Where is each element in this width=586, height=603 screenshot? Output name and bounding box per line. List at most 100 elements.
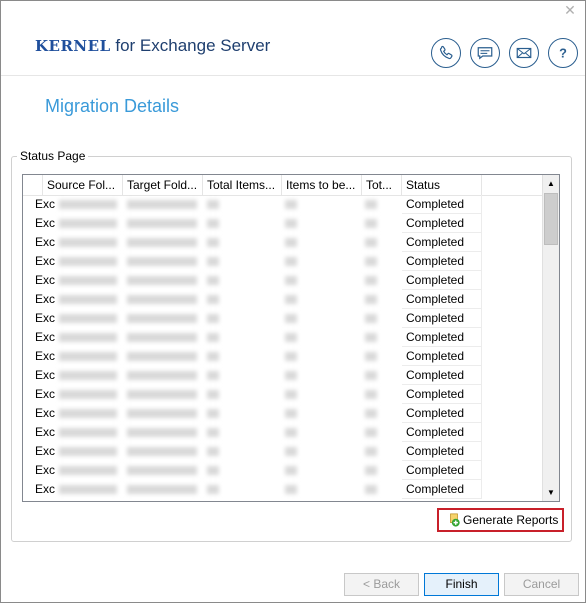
scroll-down-icon[interactable]: ▼: [543, 484, 559, 501]
source-folder-cell: Exc: [35, 254, 56, 268]
redacted-cell: [127, 333, 197, 342]
back-button[interactable]: < Back: [344, 573, 419, 596]
status-grid[interactable]: Source Fol... Target Fold... Total Items…: [22, 174, 560, 502]
redacted-cell: [365, 371, 377, 380]
table-row[interactable]: Exc Completed: [23, 347, 543, 366]
redacted-cell: [207, 200, 219, 209]
table-row[interactable]: Exc Completed: [23, 480, 543, 499]
redacted-cell: [285, 219, 297, 228]
help-button[interactable]: ?: [548, 38, 578, 68]
redacted-cell: [365, 447, 377, 456]
table-row[interactable]: Exc Completed: [23, 271, 543, 290]
chat-icon: [477, 47, 493, 60]
redacted-cell: [127, 276, 197, 285]
redacted-cell: [59, 447, 117, 456]
scroll-up-icon[interactable]: ▲: [543, 175, 559, 192]
column-header-target-folder[interactable]: Target Fold...: [123, 175, 203, 195]
redacted-cell: [285, 428, 297, 437]
table-row[interactable]: Exc Completed: [23, 252, 543, 271]
redacted-cell: [365, 257, 377, 266]
source-folder-cell: Exc: [35, 349, 56, 363]
redacted-cell: [59, 314, 117, 323]
redacted-cell: [127, 485, 197, 494]
redacted-cell: [365, 238, 377, 247]
redacted-cell: [59, 371, 117, 380]
redacted-cell: [127, 238, 197, 247]
table-row[interactable]: Exc Completed: [23, 195, 543, 214]
redacted-cell: [127, 257, 197, 266]
status-group-title: Status Page: [17, 149, 89, 163]
grid-header: Source Fol... Target Fold... Total Items…: [23, 175, 543, 196]
svg-text:?: ?: [559, 46, 567, 61]
table-row[interactable]: Exc Completed: [23, 214, 543, 233]
column-header-total-items[interactable]: Total Items...: [203, 175, 282, 195]
redacted-cell: [365, 466, 377, 475]
redacted-cell: [365, 428, 377, 437]
column-header-status[interactable]: Status: [402, 175, 482, 195]
redacted-cell: [127, 390, 197, 399]
redacted-cell: [127, 314, 197, 323]
source-folder-cell: Exc: [35, 463, 56, 477]
app-title: Kernel for Exchange Server: [35, 35, 270, 56]
redacted-cell: [285, 485, 297, 494]
table-row[interactable]: Exc Completed: [23, 423, 543, 442]
status-cell: Completed: [402, 423, 482, 442]
source-folder-cell: Exc: [35, 330, 56, 344]
cancel-button[interactable]: Cancel: [504, 573, 579, 596]
brand-product-name: for Exchange Server: [110, 36, 271, 55]
redacted-cell: [285, 390, 297, 399]
table-row[interactable]: Exc Completed: [23, 366, 543, 385]
mail-button[interactable]: [509, 38, 539, 68]
redacted-cell: [285, 333, 297, 342]
chat-button[interactable]: [470, 38, 500, 68]
redacted-cell: [59, 200, 117, 209]
table-row[interactable]: Exc Completed: [23, 328, 543, 347]
redacted-cell: [365, 219, 377, 228]
generate-reports-button[interactable]: Generate Reports: [437, 508, 564, 532]
source-folder-cell: Exc: [35, 311, 56, 325]
scroll-thumb[interactable]: [544, 193, 558, 245]
column-header-total[interactable]: Tot...: [362, 175, 402, 195]
redacted-cell: [365, 485, 377, 494]
redacted-cell: [365, 314, 377, 323]
column-header-items-to-be[interactable]: Items to be...: [282, 175, 362, 195]
status-cell: Completed: [402, 233, 482, 252]
redacted-cell: [285, 276, 297, 285]
table-row[interactable]: Exc Completed: [23, 385, 543, 404]
table-row[interactable]: Exc Completed: [23, 442, 543, 461]
source-folder-cell: Exc: [35, 425, 56, 439]
redacted-cell: [207, 485, 219, 494]
redacted-cell: [207, 276, 219, 285]
finish-button[interactable]: Finish: [424, 573, 499, 596]
redacted-cell: [207, 390, 219, 399]
table-row[interactable]: Exc Completed: [23, 309, 543, 328]
redacted-cell: [365, 333, 377, 342]
redacted-cell: [59, 409, 117, 418]
redacted-cell: [365, 390, 377, 399]
source-folder-cell: Exc: [35, 387, 56, 401]
redacted-cell: [207, 219, 219, 228]
status-cell: Completed: [402, 195, 482, 214]
redacted-cell: [207, 238, 219, 247]
redacted-cell: [207, 333, 219, 342]
status-cell: Completed: [402, 404, 482, 423]
vertical-scrollbar[interactable]: ▲ ▼: [542, 175, 559, 501]
table-row[interactable]: Exc Completed: [23, 290, 543, 309]
mail-icon: [516, 47, 532, 59]
column-header-source-folder[interactable]: Source Fol...: [43, 175, 123, 195]
phone-button[interactable]: [431, 38, 461, 68]
add-report-icon: [450, 513, 460, 527]
source-folder-cell: Exc: [35, 292, 56, 306]
source-folder-cell: Exc: [35, 273, 56, 287]
redacted-cell: [59, 352, 117, 361]
redacted-cell: [285, 371, 297, 380]
table-row[interactable]: Exc Completed: [23, 404, 543, 423]
table-row[interactable]: Exc Completed: [23, 233, 543, 252]
table-row[interactable]: Exc Completed: [23, 461, 543, 480]
close-icon[interactable]: ✕: [563, 3, 577, 17]
help-icon: ?: [559, 46, 567, 61]
source-folder-cell: Exc: [35, 482, 56, 496]
redacted-cell: [365, 276, 377, 285]
status-cell: Completed: [402, 366, 482, 385]
status-cell: Completed: [402, 328, 482, 347]
